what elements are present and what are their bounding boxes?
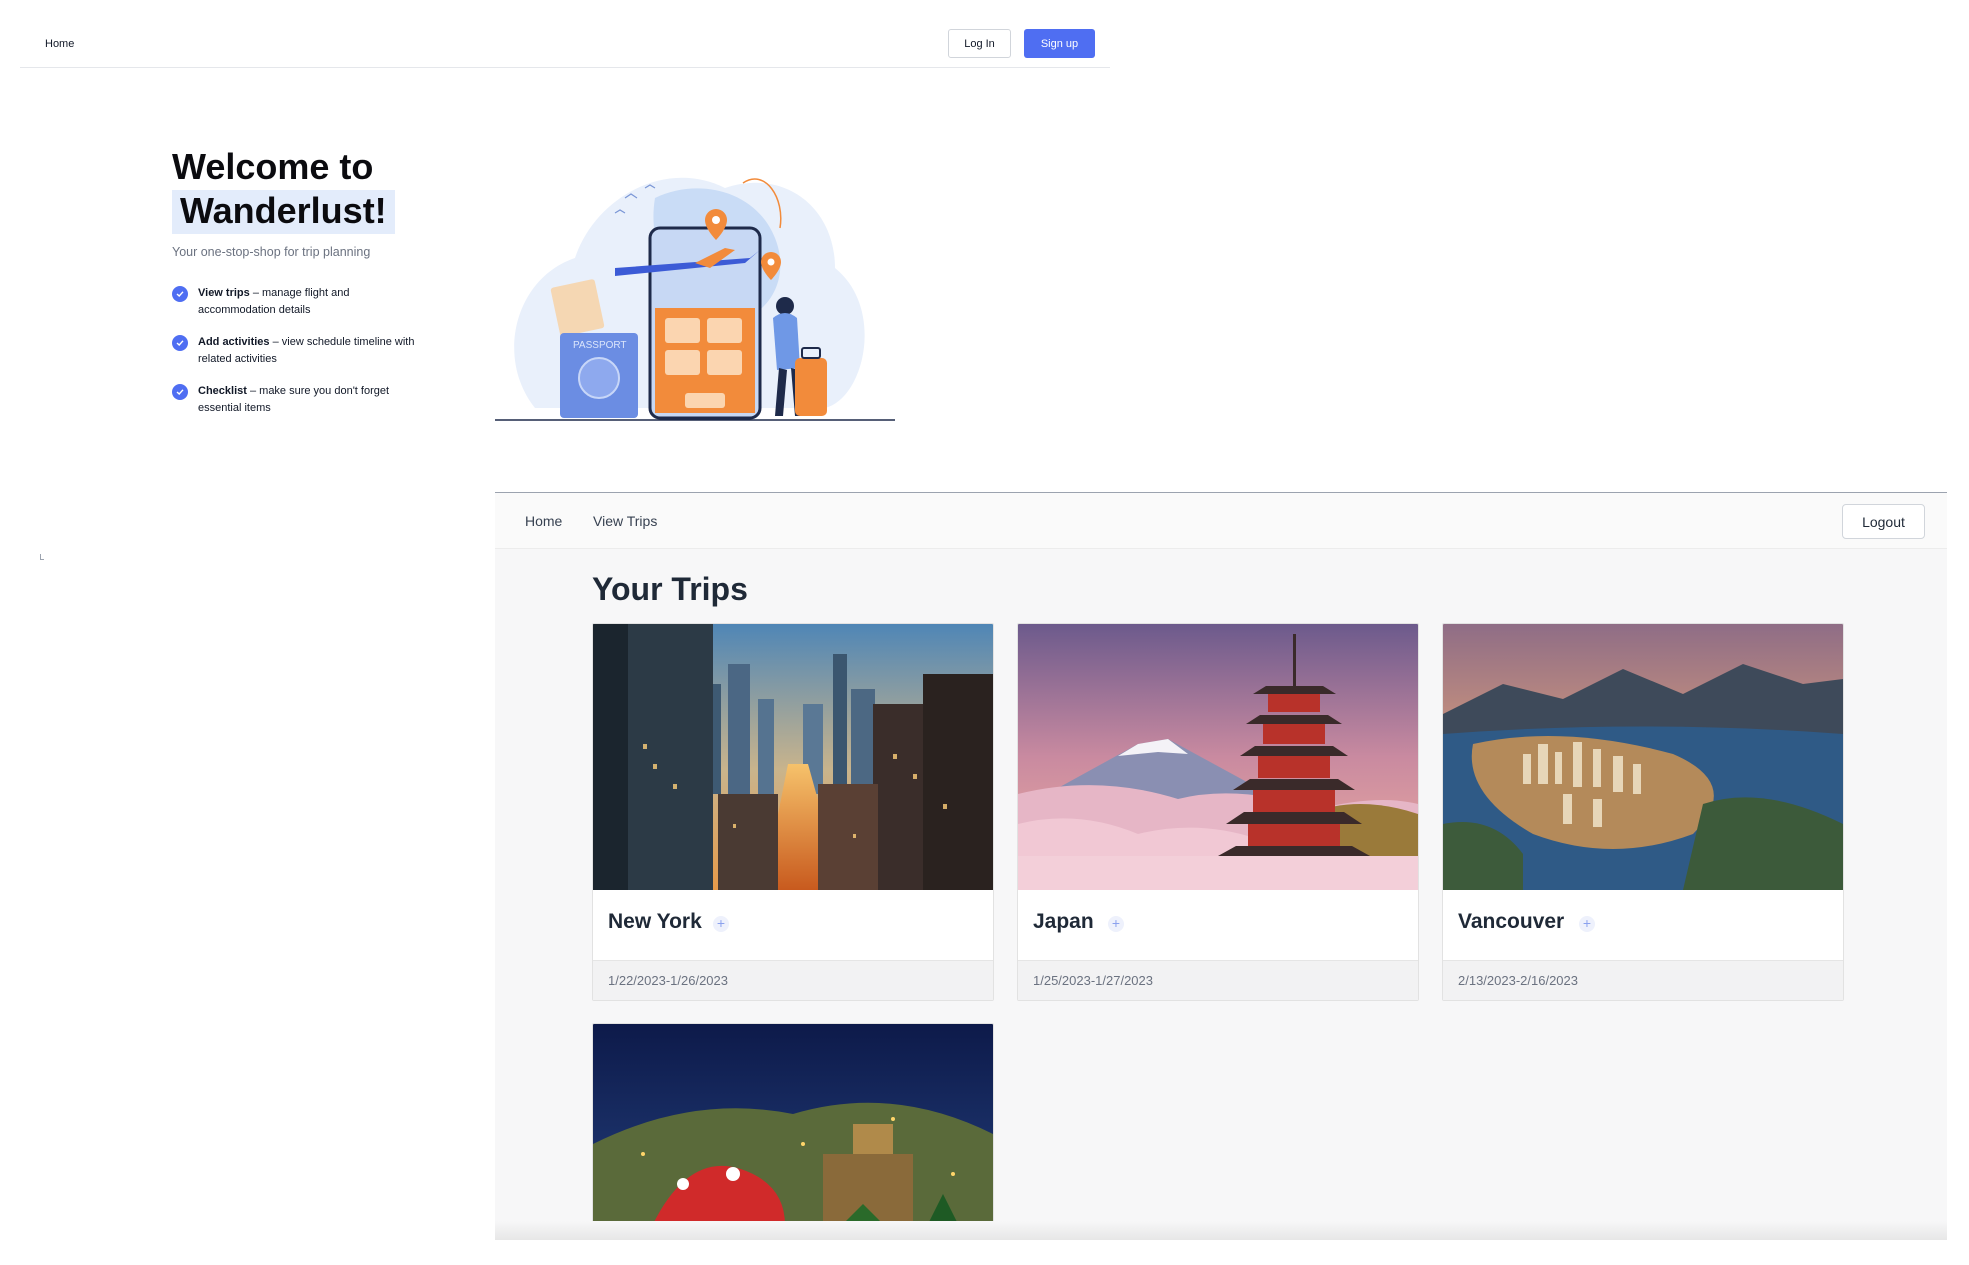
trip-dates: 1/25/2023-1/27/2023: [1033, 973, 1153, 988]
plus-icon[interactable]: +: [1579, 916, 1595, 932]
logout-button[interactable]: Logout: [1842, 504, 1925, 539]
check-circle-icon: [172, 335, 188, 351]
nav-home-link[interactable]: Home: [525, 513, 562, 529]
landing-navbar: Home Log In Sign up: [20, 0, 1110, 68]
new-york-street-photo: [593, 624, 993, 890]
page-title: Your Trips: [592, 571, 748, 607]
trip-dates: 2/13/2023-2/16/2023: [1458, 973, 1578, 988]
window-corner: [40, 554, 44, 560]
window-bottom-shadow: [495, 1221, 1947, 1240]
feature-item: View trips – manage flight and accommoda…: [172, 285, 422, 319]
card-footer: 1/25/2023-1/27/2023: [1018, 960, 1418, 1000]
japan-pagoda-photo: [1018, 624, 1418, 890]
card-footer: 2/13/2023-2/16/2023: [1443, 960, 1843, 1000]
hero-title-line1: Welcome to: [172, 146, 374, 187]
vancouver-aerial-photo: [1443, 624, 1843, 890]
check-circle-icon: [172, 286, 188, 302]
feature-title: Add activities: [198, 336, 270, 348]
travel-illustration: PASSPORT: [495, 158, 895, 423]
trip-dates: 1/22/2023-1/26/2023: [608, 973, 728, 988]
plus-icon[interactable]: +: [713, 916, 729, 932]
trip-title: Vancouver: [1458, 910, 1565, 933]
hero-subtitle: Your one-stop-shop for trip planning: [172, 245, 371, 259]
trip-card-vancouver[interactable]: Vancouver + 2/13/2023-2/16/2023: [1442, 623, 1844, 1001]
nav-view-trips-link[interactable]: View Trips: [593, 513, 657, 529]
feature-title: Checklist: [198, 385, 247, 397]
trip-card-new-york[interactable]: New York + 1/22/2023-1/26/2023: [592, 623, 994, 1001]
trip-card-4[interactable]: [592, 1023, 994, 1240]
trip-title: New York: [608, 910, 702, 933]
trip-card-japan[interactable]: Japan + 1/25/2023-1/27/2023: [1017, 623, 1419, 1001]
hero-title: Welcome to Wanderlust!: [172, 146, 395, 234]
feature-item: Add activities – view schedule timeline …: [172, 334, 422, 368]
check-circle-icon: [172, 384, 188, 400]
theme-park-night-photo: [593, 1024, 993, 1240]
feature-title: View trips: [198, 287, 250, 299]
trip-title: Japan: [1033, 910, 1094, 933]
nav-home-link[interactable]: Home: [45, 38, 74, 50]
feature-list: View trips – manage flight and accommoda…: [172, 285, 422, 432]
feature-item: Checklist – make sure you don't forget e…: [172, 383, 422, 417]
hero-title-highlight: Wanderlust!: [172, 190, 395, 234]
trips-app-window: Home View Trips Logout Your Trips New Yo…: [495, 492, 1947, 1240]
app-navbar: Home View Trips Logout: [495, 493, 1947, 549]
signup-button[interactable]: Sign up: [1024, 29, 1095, 58]
card-footer: 1/22/2023-1/26/2023: [593, 960, 993, 1000]
plus-icon[interactable]: +: [1108, 916, 1124, 932]
passport-label: PASSPORT: [573, 340, 627, 351]
login-button[interactable]: Log In: [948, 29, 1011, 58]
